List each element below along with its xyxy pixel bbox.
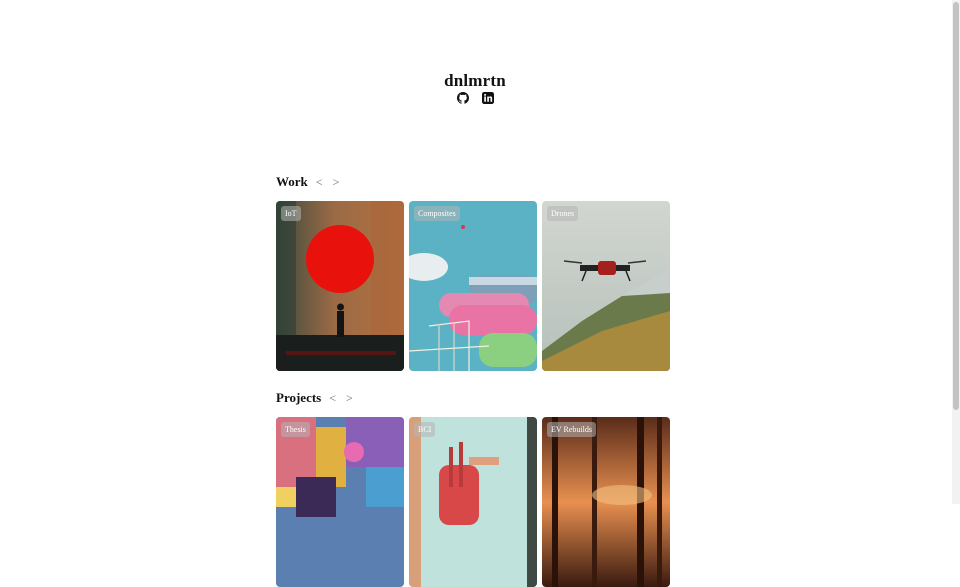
carousel-prev-button[interactable]: <	[314, 175, 325, 190]
card-drones[interactable]: Drones	[542, 201, 670, 371]
social-links	[0, 92, 950, 104]
card-image	[276, 417, 404, 587]
card-carousel: Thesis BCI EV Rebuilds	[276, 417, 670, 587]
card-image	[409, 417, 537, 587]
carousel-next-button[interactable]: >	[344, 391, 355, 406]
site-title[interactable]: dnlmrtn	[0, 70, 950, 92]
card-composites[interactable]: Composites	[409, 201, 537, 371]
card-label: IoT	[281, 206, 301, 221]
card-bci[interactable]: BCI	[409, 417, 537, 587]
card-ev-rebuilds[interactable]: EV Rebuilds	[542, 417, 670, 587]
card-thesis[interactable]: Thesis	[276, 417, 404, 587]
page-scrollbar[interactable]	[952, 0, 960, 504]
github-icon[interactable]	[456, 92, 469, 104]
card-label: Composites	[414, 206, 460, 221]
card-label: Drones	[547, 206, 579, 221]
card-iot[interactable]: IoT	[276, 201, 404, 371]
card-image	[276, 201, 404, 371]
linkedin-icon[interactable]	[481, 92, 494, 104]
carousel-prev-button[interactable]: <	[327, 391, 338, 406]
card-image	[409, 201, 537, 371]
card-image	[542, 201, 670, 371]
card-label: BCI	[414, 422, 436, 437]
carousel-next-button[interactable]: >	[331, 175, 342, 190]
work-section: Work < > IoT Composites Drones	[276, 174, 670, 371]
section-title: Projects	[276, 390, 322, 405]
scrollbar-thumb[interactable]	[953, 2, 959, 410]
projects-section: Projects < > Thesis BCI EV Rebuilds	[276, 390, 670, 587]
card-label: Thesis	[281, 422, 310, 437]
card-label: EV Rebuilds	[547, 422, 596, 437]
card-carousel: IoT Composites Drones	[276, 201, 670, 371]
card-image	[542, 417, 670, 587]
section-title: Work	[276, 174, 308, 189]
site-header: dnlmrtn	[0, 70, 950, 104]
